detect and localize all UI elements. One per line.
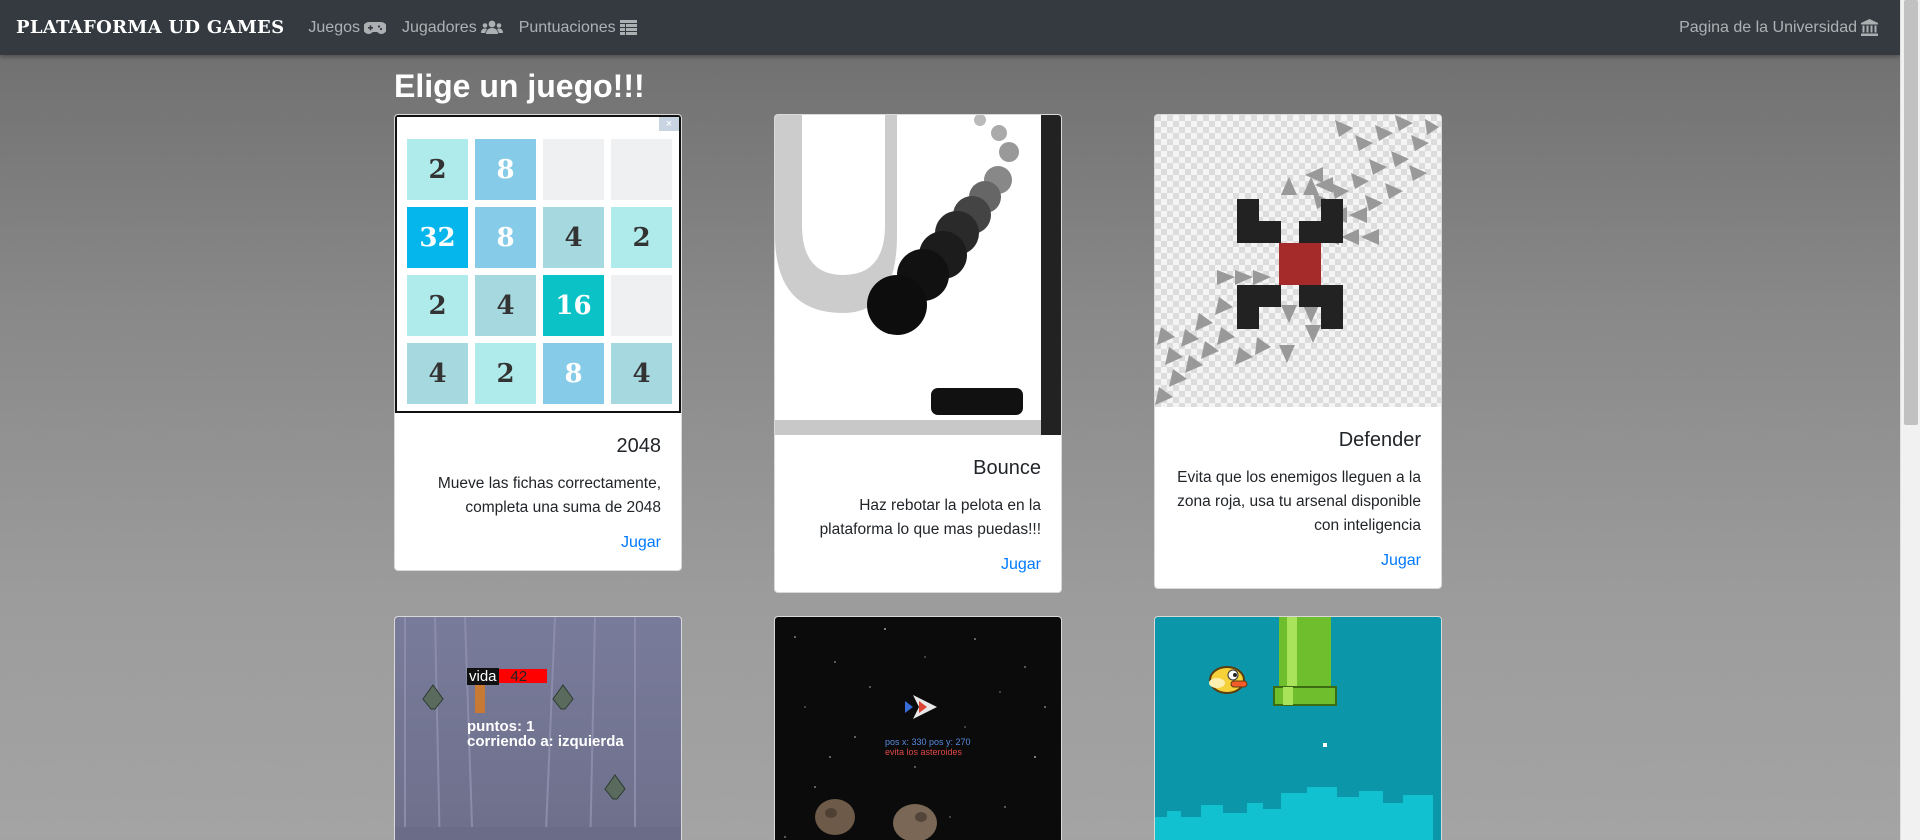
points-text: puntos: 1 <box>467 718 535 735</box>
tile: 8 <box>543 343 604 404</box>
card-description: Mueve las fichas correctamente, completa… <box>437 475 661 516</box>
nav-item-label: Jugadores <box>401 18 477 36</box>
users-icon <box>480 20 503 34</box>
position-text: pos x: 330 pos y: 270 <box>885 737 971 747</box>
nav-item-puntuaciones[interactable]: Puntuaciones <box>519 19 637 37</box>
nav-item-label: Pagina de la Universidad <box>1679 18 1857 36</box>
game-preview-defender[interactable] <box>1155 115 1441 407</box>
nav-item-label: Puntuaciones <box>518 18 616 36</box>
tile: 2 <box>475 343 536 404</box>
defender-preview-graphic <box>1155 115 1441 407</box>
close-icon: × <box>659 117 679 131</box>
game-card-asteroids: pos x: 330 pos y: 270 evita los asteroid… <box>774 616 1062 840</box>
card-title: Defender <box>1338 429 1421 451</box>
tile: 4 <box>611 343 672 404</box>
tile: 2 <box>407 139 468 200</box>
life-indicator: vida 42 <box>467 668 527 685</box>
asteroids-background <box>784 628 1046 840</box>
card-body: 2048 Mueve las fichas correctamente, com… <box>395 413 681 570</box>
life-value: 42 <box>510 668 528 685</box>
gamepad-icon <box>363 21 386 34</box>
nav-item-jugadores[interactable]: Jugadores <box>402 19 503 37</box>
card-body: Defender Evita que los enemigos lleguen … <box>1155 407 1441 588</box>
navbar: PLATAFORMA UD GAMES Juegos Jugadores Pun… <box>0 0 1900 55</box>
game-preview-bounce[interactable] <box>775 115 1061 435</box>
nav-item-label: Juegos <box>308 18 360 36</box>
game-preview-2048[interactable]: 2 8 32 8 4 2 2 4 16 4 2 8 4 × <box>395 115 681 413</box>
tile: 8 <box>475 207 536 268</box>
game-card-bounce: Bounce Haz rebotar la pelota en la plata… <box>774 114 1062 593</box>
tile: 2 <box>407 275 468 336</box>
tile <box>611 139 672 200</box>
brand-logo[interactable]: PLATAFORMA UD GAMES <box>16 17 284 38</box>
nav-item-juegos[interactable]: Juegos <box>308 19 386 37</box>
warning-text: evita los asteroides <box>885 747 963 757</box>
life-label: vida <box>467 668 499 685</box>
game-card-shooter: vida 42 puntos: 1 corriendo a: izquierda <box>394 616 682 840</box>
tile: 32 <box>407 207 468 268</box>
game-card-flappy <box>1154 616 1442 840</box>
game-card-defender: Defender Evita que los enemigos lleguen … <box>1154 114 1442 589</box>
game-preview-asteroids[interactable]: pos x: 330 pos y: 270 evita los asteroid… <box>775 617 1061 840</box>
direction-text: corriendo a: izquierda <box>467 733 624 750</box>
card-body: Bounce Haz rebotar la pelota en la plata… <box>775 435 1061 592</box>
tile: 16 <box>543 275 604 336</box>
card-title: 2048 <box>616 435 662 457</box>
card-description: Evita que los enemigos lleguen a la zona… <box>1177 469 1421 534</box>
tile: 2 <box>611 207 672 268</box>
page-title: Elige un juego!!! <box>394 68 645 104</box>
table-icon <box>619 20 637 35</box>
card-description: Haz rebotar la pelota en la plataforma l… <box>819 497 1041 538</box>
scrollbar-thumb[interactable] <box>1904 0 1918 425</box>
tile: 4 <box>543 207 604 268</box>
tile: 4 <box>475 275 536 336</box>
play-link[interactable]: Jugar <box>1001 556 1041 574</box>
card-title: Bounce <box>973 457 1041 479</box>
tile <box>611 275 672 336</box>
game-preview-shooter[interactable]: vida 42 puntos: 1 corriendo a: izquierda <box>395 617 681 840</box>
game-card-2048: 2 8 32 8 4 2 2 4 16 4 2 8 4 × 2048 Mueve… <box>394 114 682 571</box>
play-link[interactable]: Jugar <box>621 534 661 552</box>
flappy-background <box>1155 617 1441 840</box>
play-link[interactable]: Jugar <box>1381 552 1421 570</box>
nav-item-universidad[interactable]: Pagina de la Universidad <box>1679 19 1878 37</box>
tile: 8 <box>475 139 536 200</box>
shooter-status: puntos: 1 corriendo a: izquierda <box>467 719 624 749</box>
asteroids-hud: pos x: 330 pos y: 270 evita los asteroid… <box>885 737 971 757</box>
page-scrollbar[interactable] <box>1900 0 1920 840</box>
bounce-preview-graphic <box>775 115 1061 435</box>
university-icon <box>1861 19 1878 36</box>
tile <box>543 139 604 200</box>
game-preview-flappy[interactable] <box>1155 617 1441 840</box>
tile: 4 <box>407 343 468 404</box>
